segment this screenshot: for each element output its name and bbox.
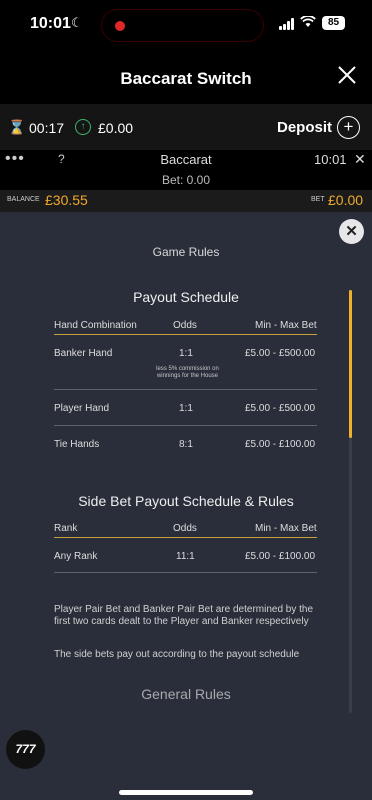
row-range: £5.00 - £100.00 bbox=[245, 551, 316, 562]
row-odds: 11:1 bbox=[176, 551, 195, 562]
bet-line: Bet: 0.00 bbox=[161, 173, 211, 187]
row-odds: 1:1 bbox=[179, 403, 193, 414]
col-odds: Odds bbox=[173, 320, 197, 331]
divider bbox=[54, 425, 317, 426]
row-odds: 1:1 bbox=[179, 348, 193, 359]
side-bet-paragraph: Player Pair Bet and Banker Pair Bet are … bbox=[54, 604, 314, 627]
game-time: 10:01 bbox=[314, 152, 347, 167]
balance-label: BALANCE bbox=[7, 196, 40, 203]
divider bbox=[54, 537, 317, 538]
wallet-bar: ⌛ 00:17 ↑ £0.00 Deposit bbox=[0, 104, 372, 150]
scrollbar-thumb[interactable] bbox=[349, 290, 352, 438]
hourglass-icon: ⌛ bbox=[8, 119, 26, 135]
row-range: £5.00 - £500.00 bbox=[245, 403, 316, 414]
home-indicator[interactable] bbox=[119, 790, 253, 795]
signal-icon bbox=[279, 18, 296, 30]
row-hand: Any Rank bbox=[54, 551, 98, 562]
divider bbox=[54, 389, 317, 390]
battery-icon: 85 bbox=[322, 16, 345, 30]
bet-label: BET bbox=[311, 196, 325, 203]
row-range: £5.00 - £500.00 bbox=[245, 348, 316, 359]
wifi-icon bbox=[300, 15, 316, 31]
rules-title: Game Rules bbox=[152, 245, 220, 259]
page-title: Baccarat Switch bbox=[120, 69, 252, 88]
game-close-icon[interactable]: ✕ bbox=[354, 151, 366, 168]
moon-icon: ☾ bbox=[71, 15, 83, 30]
row-hand: Player Hand bbox=[54, 403, 110, 414]
payout-heading: Payout Schedule bbox=[133, 289, 239, 305]
arrow-up-icon: ↑ bbox=[75, 119, 91, 135]
row-range: £5.00 - £100.00 bbox=[245, 439, 316, 450]
banker-note: less 5% commission on winnings for the H… bbox=[156, 366, 219, 379]
balance-value: £30.55 bbox=[45, 192, 88, 208]
title-bar: Baccarat Switch bbox=[0, 50, 372, 104]
close-icon[interactable] bbox=[337, 65, 357, 90]
recording-dot-icon bbox=[115, 21, 125, 31]
logo-text: 777 bbox=[15, 742, 36, 756]
col-range: Min - Max Bet bbox=[255, 523, 317, 534]
col-rank: Rank bbox=[54, 523, 78, 534]
rules-panel: ✕ Game Rules Payout Schedule Hand Combin… bbox=[0, 212, 372, 800]
divider bbox=[54, 334, 317, 335]
balance-bar: BALANCE £30.55 BET £0.00 bbox=[0, 190, 372, 212]
row-odds: 8:1 bbox=[179, 439, 193, 450]
wallet-amount: £0.00 bbox=[98, 120, 134, 136]
divider bbox=[54, 572, 317, 573]
deposit-button[interactable]: Deposit bbox=[277, 119, 332, 136]
casino-logo[interactable]: 777 bbox=[6, 730, 45, 769]
row-hand: Tie Hands bbox=[54, 439, 100, 450]
dynamic-island bbox=[101, 9, 264, 42]
col-range: Min - Max Bet bbox=[255, 320, 317, 331]
bet-value: £0.00 bbox=[328, 192, 364, 208]
general-rules-heading: General Rules bbox=[141, 686, 231, 702]
col-hand: Hand Combination bbox=[54, 320, 137, 331]
session-timer: 00:17 bbox=[29, 120, 65, 136]
side-bet-paragraph: The side bets pay out according to the p… bbox=[54, 649, 300, 660]
plus-icon[interactable]: + bbox=[337, 116, 360, 139]
game-header: ••• ? Baccarat Bet: 0.00 10:01 ✕ bbox=[0, 150, 372, 190]
side-bet-heading: Side Bet Payout Schedule & Rules bbox=[78, 493, 294, 509]
status-time: 10:01 bbox=[30, 15, 71, 32]
close-rules-button[interactable]: ✕ bbox=[339, 219, 364, 244]
status-bar: 10:01 ☾ 85 bbox=[0, 0, 372, 50]
col-odds: Odds bbox=[173, 523, 197, 534]
row-hand: Banker Hand bbox=[54, 348, 113, 359]
